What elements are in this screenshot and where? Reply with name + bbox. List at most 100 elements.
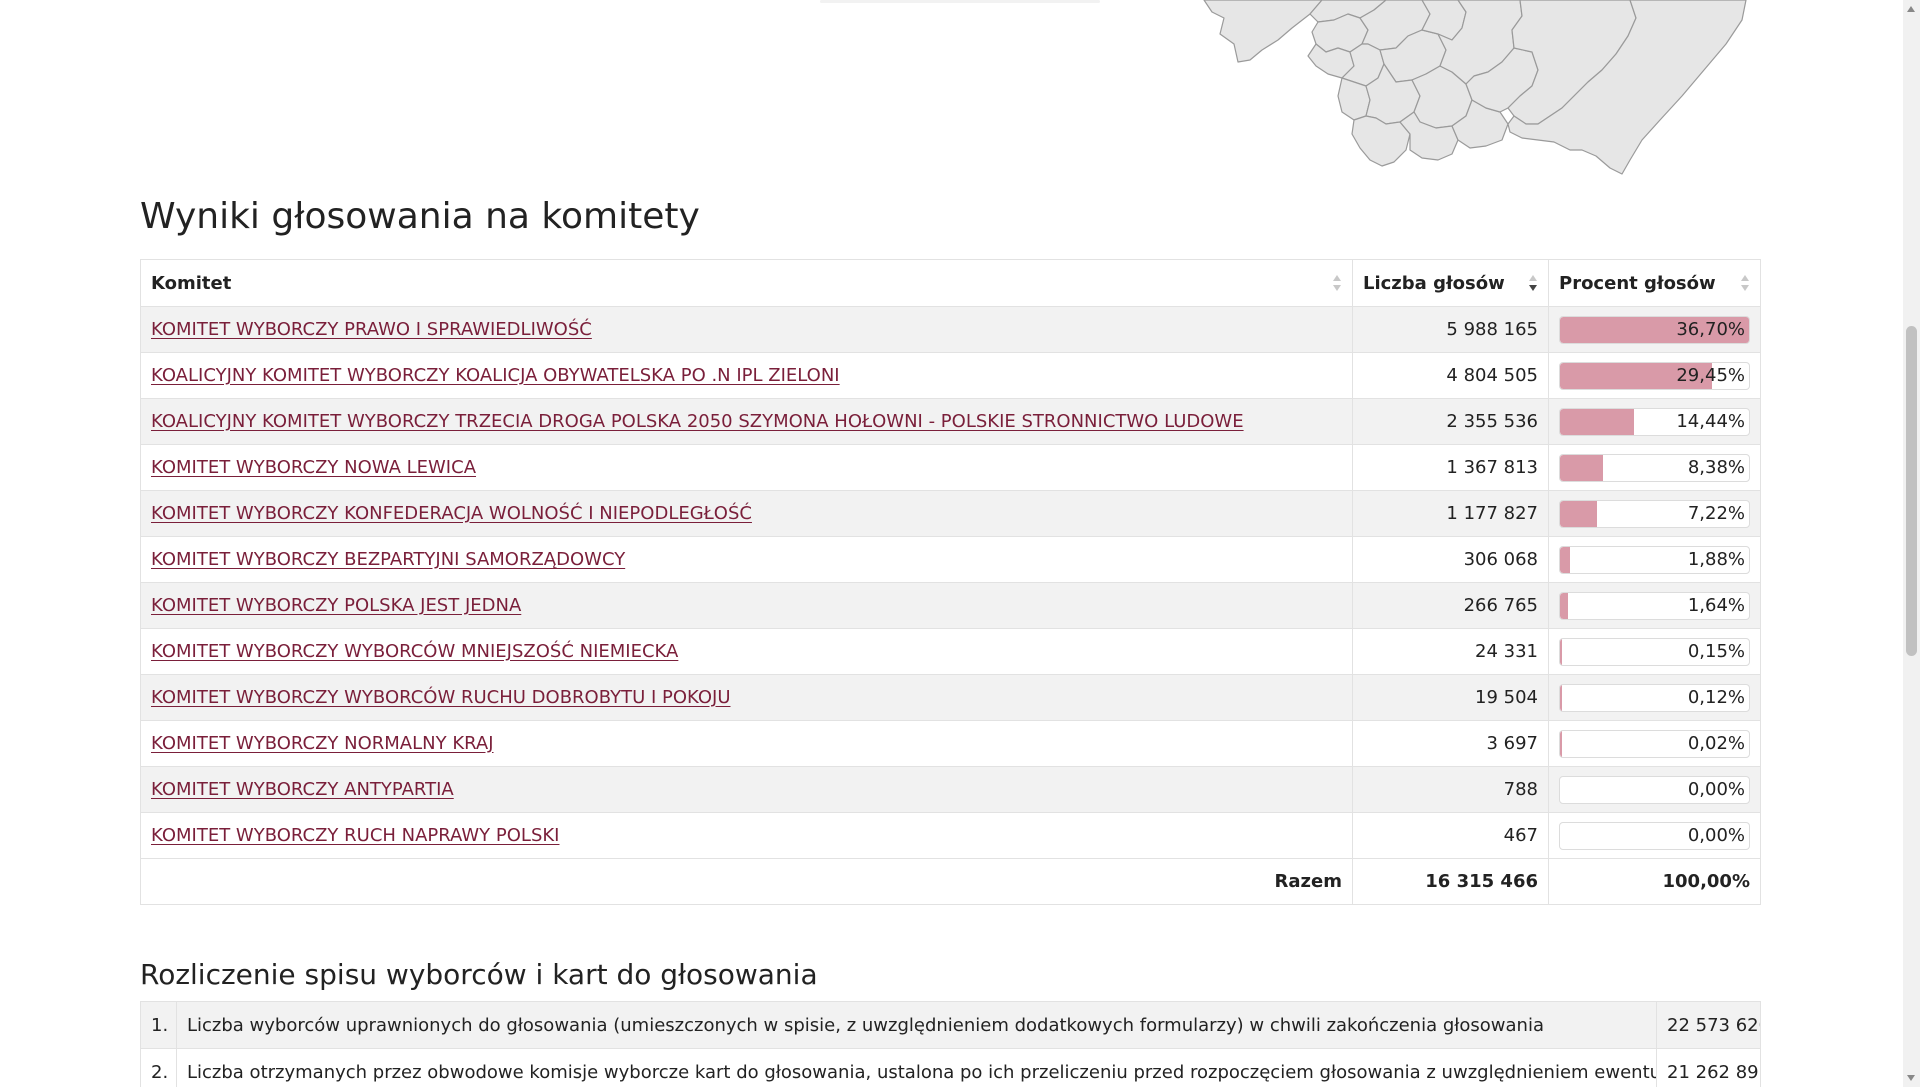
page-scrollbar[interactable] [1903, 0, 1920, 1087]
top-shadow-divider [820, 0, 1100, 3]
total-votes: 16 315 466 [1352, 858, 1549, 905]
percent-bar: 14,44% [1559, 407, 1750, 436]
committee-cell: KOMITET WYBORCZY PRAWO I SPRAWIEDLIWOŚĆ [140, 306, 1353, 353]
percent-bar-fill [1560, 730, 1562, 757]
summary-label: Liczba otrzymanych przez obwodowe komisj… [176, 1048, 1657, 1087]
summary-label: Liczba wyborców uprawnionych do głosowan… [176, 1001, 1657, 1049]
committee-cell: KOALICYJNY KOMITET WYBORCZY TRZECIA DROG… [140, 398, 1353, 445]
percent-cell: 1,88% [1548, 536, 1761, 583]
committee-cell: KOMITET WYBORCZY ANTYPARTIA [140, 766, 1353, 813]
percent-label: 1,88% [1687, 548, 1745, 570]
table-row: KOMITET WYBORCZY NOWA LEWICA 1 367 813 8,3… [140, 444, 1761, 491]
results-table: Komitet Liczba głosów Procent głosów KOM… [140, 259, 1761, 905]
committee-cell: KOMITET WYBORCZY WYBORCÓW RUCHU DOBROBYT… [140, 674, 1353, 721]
percent-cell: 0,00% [1548, 812, 1761, 859]
sort-both-icon[interactable] [1332, 273, 1342, 293]
header-votes[interactable]: Liczba głosów [1352, 259, 1549, 307]
committee-link[interactable]: KOMITET WYBORCZY PRAWO I SPRAWIEDLIWOŚĆ [151, 319, 592, 340]
committee-link[interactable]: KOMITET WYBORCZY NORMALNY KRAJ [151, 733, 494, 754]
percent-cell: 36,70% [1548, 306, 1761, 353]
votes-cell: 5 988 165 [1352, 306, 1549, 353]
percent-label: 0,02% [1687, 732, 1745, 754]
scrollbar-thumb[interactable] [1906, 326, 1917, 656]
votes-cell: 1 367 813 [1352, 444, 1549, 491]
table-row: KOALICYJNY KOMITET WYBORCZY TRZECIA DROG… [140, 398, 1761, 445]
percent-label: 8,38% [1687, 456, 1745, 478]
committee-link[interactable]: KOALICYJNY KOMITET WYBORCZY KOALICJA OBY… [151, 365, 840, 386]
percent-bar: 0,12% [1559, 683, 1750, 712]
percent-bar: 36,70% [1559, 315, 1750, 344]
committee-link[interactable]: KOMITET WYBORCZY RUCH NAPRAWY POLSKI [151, 825, 559, 846]
committee-link[interactable]: KOMITET WYBORCZY WYBORCÓW RUCHU DOBROBYT… [151, 687, 731, 708]
committee-cell: KOALICYJNY KOMITET WYBORCZY KOALICJA OBY… [140, 352, 1353, 399]
summary-number: 2. [140, 1048, 177, 1087]
committee-link[interactable]: KOMITET WYBORCZY ANTYPARTIA [151, 779, 454, 800]
committee-cell: KOMITET WYBORCZY KONFEDERACJA WOLNOŚĆ I … [140, 490, 1353, 537]
percent-label: 0,00% [1687, 778, 1745, 800]
votes-cell: 4 804 505 [1352, 352, 1549, 399]
votes-cell: 467 [1352, 812, 1549, 859]
votes-cell: 1 177 827 [1352, 490, 1549, 537]
table-row: KOMITET WYBORCZY BEZPARTYJNI SAMORZĄDOWC… [140, 536, 1761, 583]
percent-cell: 0,12% [1548, 674, 1761, 721]
committee-link[interactable]: KOMITET WYBORCZY NOWA LEWICA [151, 457, 476, 478]
percent-bar: 7,22% [1559, 499, 1750, 528]
percent-bar-fill [1560, 408, 1635, 435]
percent-cell: 8,38% [1548, 444, 1761, 491]
percent-cell: 0,00% [1548, 766, 1761, 813]
scroll-up-icon[interactable] [1907, 6, 1915, 12]
percent-cell: 7,22% [1548, 490, 1761, 537]
percent-bar: 1,88% [1559, 545, 1750, 574]
committee-cell: KOMITET WYBORCZY RUCH NAPRAWY POLSKI [140, 812, 1353, 859]
table-row: KOMITET WYBORCZY PRAWO I SPRAWIEDLIWOŚĆ 5… [140, 306, 1761, 353]
table-row: KOMITET WYBORCZY NORMALNY KRAJ 3 697 0,02% [140, 720, 1761, 767]
percent-bar-fill [1560, 592, 1569, 619]
committee-link[interactable]: KOMITET WYBORCZY KONFEDERACJA WOLNOŚĆ I … [151, 503, 752, 524]
votes-cell: 306 068 [1352, 536, 1549, 583]
table-row: KOMITET WYBORCZY RUCH NAPRAWY POLSKI 467 0… [140, 812, 1761, 859]
committee-link[interactable]: KOMITET WYBORCZY BEZPARTYJNI SAMORZĄDOWC… [151, 549, 625, 570]
results-body: KOMITET WYBORCZY PRAWO I SPRAWIEDLIWOŚĆ 5… [140, 306, 1761, 859]
scroll-down-icon[interactable] [1907, 1075, 1915, 1081]
summary-row: 2. Liczba otrzymanych przez obwodowe komi… [140, 1048, 1761, 1087]
percent-bar: 0,00% [1559, 821, 1750, 850]
sort-both-icon[interactable] [1740, 273, 1750, 293]
summary-value: 22 573 620 [1656, 1001, 1761, 1049]
summary-number: 1. [140, 1001, 177, 1049]
committee-link[interactable]: KOMITET WYBORCZY WYBORCÓW MNIEJSZOŚĆ NIE… [151, 641, 678, 662]
percent-label: 0,15% [1687, 640, 1745, 662]
votes-cell: 24 331 [1352, 628, 1549, 675]
sort-desc-icon[interactable] [1528, 273, 1538, 293]
votes-cell: 2 355 536 [1352, 398, 1549, 445]
committee-link[interactable]: KOMITET WYBORCZY POLSKA JEST JEDNA [151, 595, 521, 616]
page-viewport: Wyniki głosowania na komitety Komitet Li… [0, 0, 1920, 1087]
percent-bar: 8,38% [1559, 453, 1750, 482]
percent-label: 14,44% [1676, 410, 1745, 432]
header-percent-label: Procent głosów [1559, 272, 1716, 294]
total-label: Razem [140, 858, 1353, 905]
percent-label: 0,12% [1687, 686, 1745, 708]
committee-cell: KOMITET WYBORCZY NOWA LEWICA [140, 444, 1353, 491]
table-row: KOALICYJNY KOMITET WYBORCZY KOALICJA OBY… [140, 352, 1761, 399]
percent-cell: 1,64% [1548, 582, 1761, 629]
percent-bar: 1,64% [1559, 591, 1750, 620]
percent-bar-fill [1560, 546, 1570, 573]
header-committee[interactable]: Komitet [140, 259, 1353, 307]
percent-label: 29,45% [1676, 364, 1745, 386]
voivodeship-map-fragment [1203, 0, 1747, 175]
votes-cell: 3 697 [1352, 720, 1549, 767]
percent-bar: 0,15% [1559, 637, 1750, 666]
results-title: Wyniki głosowania na komitety [140, 196, 700, 237]
header-percent[interactable]: Procent głosów [1548, 259, 1761, 307]
percent-label: 36,70% [1676, 318, 1745, 340]
percent-label: 7,22% [1687, 502, 1745, 524]
committee-link[interactable]: KOALICYJNY KOMITET WYBORCZY TRZECIA DROG… [151, 411, 1244, 432]
header-votes-label: Liczba głosów [1363, 272, 1505, 294]
table-row: KOMITET WYBORCZY WYBORCÓW RUCHU DOBROBYT… [140, 674, 1761, 721]
percent-bar: 29,45% [1559, 361, 1750, 390]
summary-value: 21 262 891 [1656, 1048, 1761, 1087]
total-percent: 100,00% [1548, 858, 1761, 905]
results-header-row: Komitet Liczba głosów Procent głosów [140, 259, 1761, 307]
table-row: KOMITET WYBORCZY POLSKA JEST JEDNA 266 76… [140, 582, 1761, 629]
percent-bar: 0,02% [1559, 729, 1750, 758]
